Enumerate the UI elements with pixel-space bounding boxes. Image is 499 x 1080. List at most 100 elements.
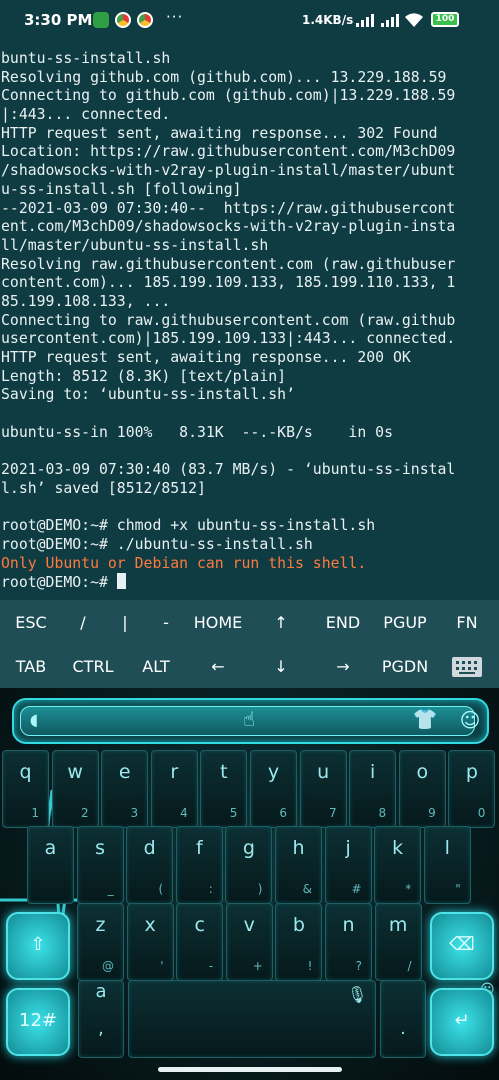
- key-o[interactable]: o9: [398, 750, 446, 828]
- fn-key[interactable]: FN: [437, 613, 497, 632]
- ctrl-key[interactable]: CTRL: [63, 657, 123, 676]
- clock: 3:30 PM: [24, 11, 93, 29]
- key-y[interactable]: y6: [250, 750, 297, 828]
- key-n[interactable]: n?: [325, 903, 372, 981]
- terminal-line: HTTP request sent, awaiting response... …: [1, 124, 438, 142]
- alt-key[interactable]: ALT: [126, 657, 186, 676]
- key-z[interactable]: z @: [77, 903, 124, 981]
- status-bar: 3:30 PM ··· 1.4KB/s 100: [0, 0, 499, 42]
- dash-key[interactable]: -: [136, 613, 196, 632]
- up-arrow-key[interactable]: ↑: [251, 613, 311, 632]
- key-label: q: [19, 761, 32, 783]
- end-key[interactable]: END: [313, 613, 373, 632]
- key-j[interactable]: j #: [324, 826, 372, 904]
- comma-label: ,: [98, 1019, 104, 1039]
- down-arrow-key[interactable]: ↓: [251, 657, 311, 676]
- enter-key[interactable]: ↵: [430, 988, 494, 1056]
- terminal-output[interactable]: buntu-ss-install.sh Resolving github.com …: [0, 42, 499, 600]
- key-label: h: [292, 837, 305, 859]
- key-l[interactable]: l ": [423, 826, 471, 904]
- tab-key[interactable]: TAB: [1, 657, 61, 676]
- key-label: k: [392, 837, 404, 859]
- backspace-key[interactable]: ⌫: [430, 912, 494, 980]
- key-label: p: [465, 761, 478, 783]
- key-d[interactable]: d(: [126, 826, 174, 904]
- key-g[interactable]: g): [225, 826, 273, 904]
- key-i[interactable]: i8: [349, 750, 397, 828]
- key-secondary-label: _: [107, 882, 114, 896]
- key-label: c: [194, 914, 205, 936]
- gesture-nav-bar[interactable]: [158, 1067, 342, 1072]
- key-secondary-label: 9: [428, 806, 436, 820]
- key-r[interactable]: r4: [150, 750, 198, 828]
- key-u[interactable]: u7: [299, 750, 347, 828]
- terminal-line: buntu-ss-install.sh: [1, 50, 171, 67]
- key-label: v: [243, 914, 255, 936]
- toolbar-left-icon[interactable]: ◖: [24, 710, 44, 729]
- key-x[interactable]: x ': [126, 903, 174, 981]
- key-secondary-label: ?: [355, 959, 362, 973]
- key-secondary-label: 6: [279, 806, 287, 820]
- key-c[interactable]: c-: [176, 903, 224, 981]
- terminal-line: Resolving raw.githubusercontent.com (raw…: [1, 255, 456, 273]
- period-key[interactable]: .: [380, 980, 426, 1058]
- terminal-prompt-line[interactable]: root@DEMO:~#: [1, 573, 499, 592]
- terminal-lines: buntu-ss-install.sh Resolving github.com …: [1, 50, 499, 573]
- key-label: d: [143, 837, 156, 859]
- key-label: n: [342, 914, 355, 936]
- key-t[interactable]: t5: [200, 750, 248, 828]
- key-secondary-label: -: [208, 959, 214, 973]
- home-key[interactable]: HOME: [188, 613, 248, 632]
- pgdn-key[interactable]: PGDN: [375, 657, 435, 676]
- space-key[interactable]: 🎙: [128, 980, 376, 1058]
- terminal-line: root@DEMO:~# ./ubuntu-ss-install.sh: [1, 535, 313, 553]
- key-m[interactable]: m /: [374, 903, 422, 981]
- emoji-toolbar-icon[interactable]: ☺: [458, 708, 482, 732]
- key-p[interactable]: p0: [448, 750, 496, 828]
- key-secondary-label: 5: [229, 806, 238, 820]
- key-q[interactable]: q1: [2, 750, 49, 828]
- theme-shirt-icon[interactable]: 👕: [412, 707, 438, 731]
- key-s[interactable]: s _: [76, 826, 124, 904]
- key-f[interactable]: f:: [175, 826, 223, 904]
- terminal-line: Length: 8512 (8.3K) [text/plain]: [1, 367, 287, 385]
- network-speed: 1.4KB/s: [302, 13, 354, 27]
- key-label: o: [416, 761, 429, 783]
- terminal-line: Resolving github.com (github.com)... 13.…: [1, 68, 447, 86]
- key-secondary-label: 3: [130, 806, 139, 820]
- key-label: e: [118, 761, 131, 783]
- key-label: g: [242, 837, 255, 859]
- more-notifications-icon: ···: [166, 8, 184, 26]
- key-secondary-label: 1: [31, 806, 39, 820]
- key-a[interactable]: a: [27, 826, 74, 904]
- left-arrow-key[interactable]: ←: [188, 657, 248, 676]
- terminal-line: u-ss-install.sh [following]: [1, 180, 242, 198]
- key-secondary-label: :: [208, 882, 213, 896]
- shift-key[interactable]: ⇧: [6, 912, 70, 980]
- terminal-line: /shadowsocks-with-v2ray-plugin-install/m…: [1, 162, 456, 180]
- key-w[interactable]: w2: [51, 750, 99, 828]
- symbols-key[interactable]: 12#: [6, 988, 70, 1056]
- comma-key[interactable]: a ,: [78, 980, 124, 1058]
- key-h[interactable]: h &: [275, 826, 322, 904]
- key-v[interactable]: v +: [225, 903, 273, 981]
- key-b[interactable]: b!: [275, 903, 323, 981]
- key-label: r: [170, 761, 179, 783]
- battery-icon: 100: [431, 12, 459, 27]
- key-label: f: [195, 837, 203, 859]
- touch-icon[interactable]: ☝: [236, 707, 262, 731]
- key-k[interactable]: k *: [374, 826, 422, 904]
- keyboard-icon[interactable]: [452, 657, 482, 677]
- key-label: m: [388, 914, 408, 936]
- key-label: t: [220, 761, 228, 783]
- terminal-line: root@DEMO:~# chmod +x ubuntu-ss-install.…: [1, 517, 376, 535]
- right-arrow-key[interactable]: →: [313, 657, 373, 676]
- pgup-key[interactable]: PGUP: [375, 613, 435, 632]
- esc-key[interactable]: ESC: [1, 613, 61, 632]
- key-e[interactable]: e3: [101, 750, 149, 828]
- shift-icon: ⇧: [30, 934, 46, 955]
- key-label: x: [144, 914, 156, 936]
